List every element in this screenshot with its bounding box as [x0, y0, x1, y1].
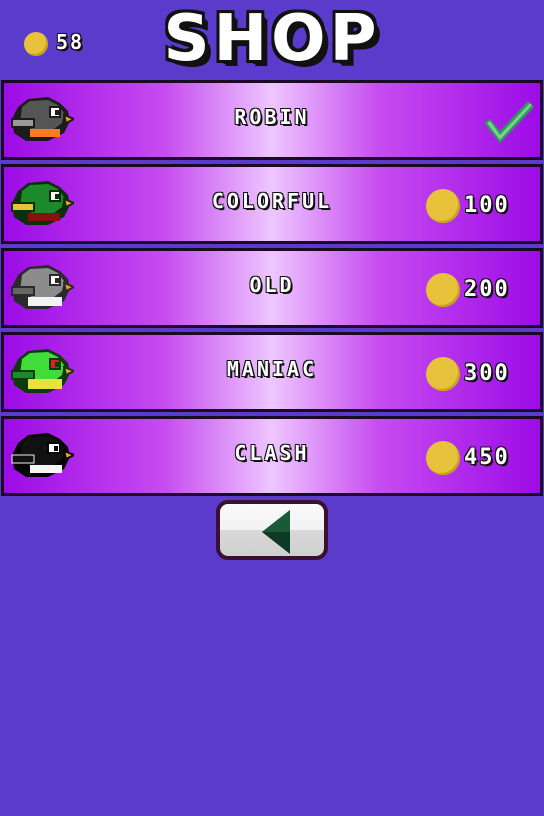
item-price: 200: [464, 277, 510, 302]
coin-icon: [426, 441, 460, 475]
shop-item-robin[interactable]: ROBIN: [1, 80, 543, 160]
coin-icon: [426, 357, 460, 391]
item-price: 100: [464, 193, 510, 218]
item-price: 300: [464, 361, 510, 386]
back-button[interactable]: [216, 500, 328, 560]
page-title: SHOP: [163, 2, 381, 76]
shop-item-colorful[interactable]: COLORFUL 100: [1, 164, 543, 244]
shop-item-clash[interactable]: CLASH 450: [1, 416, 543, 496]
item-name: ROBIN: [234, 105, 310, 129]
check-icon: [484, 101, 534, 143]
coin-icon: [426, 273, 460, 307]
coin-icon: [426, 189, 460, 223]
item-price: 450: [464, 445, 510, 470]
shop-item-old[interactable]: OLD 200: [1, 248, 543, 328]
shop-item-maniac[interactable]: MANIAC 300: [1, 332, 543, 412]
back-arrow-icon: [262, 510, 290, 554]
